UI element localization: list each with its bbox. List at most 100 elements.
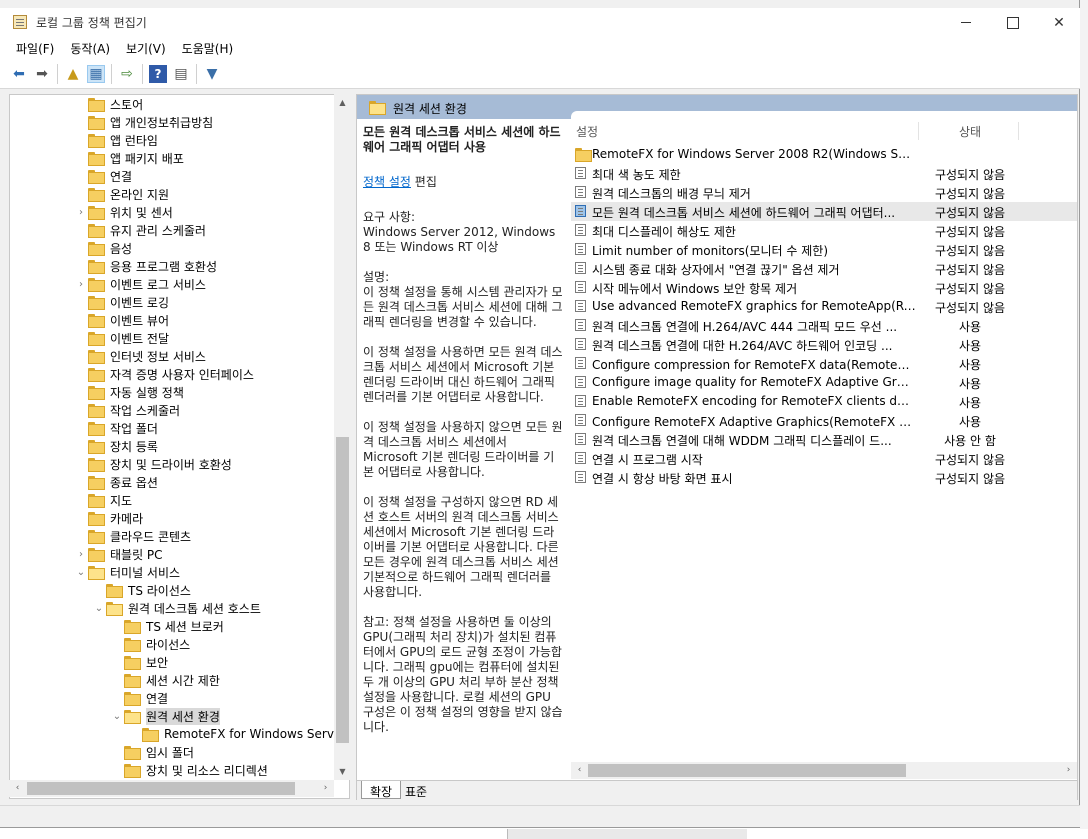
scroll-right-arrow-icon[interactable]: › [317, 780, 334, 797]
show-hide-tree-icon[interactable]: ▦ [87, 65, 105, 83]
policy-row[interactable]: 원격 데스크톱 연결에 H.264/AVC 444 그래픽 모드 우선 ... 사… [571, 316, 1077, 335]
tree-item[interactable]: ⌄ 원격 데스크톱 세션 호스트 [92, 599, 261, 617]
tree-item[interactable]: 장치 및 드라이버 호환성 [74, 455, 232, 473]
scroll-thumb[interactable] [27, 782, 295, 795]
tree-item[interactable]: 이벤트 전달 [74, 329, 169, 347]
policy-row[interactable]: Configure compression for RemoteFX data(… [571, 354, 1077, 373]
policy-row[interactable]: 연결 시 프로그램 시작 구성되지 않음 [571, 449, 1077, 468]
expand-chevron-icon[interactable]: › [74, 207, 88, 218]
policy-row[interactable]: 원격 데스크톱 연결에 대한 H.264/AVC 하드웨어 인코딩 ... 사용 [571, 335, 1077, 354]
maximize-button[interactable] [990, 8, 1036, 37]
collapse-chevron-icon[interactable]: ⌄ [74, 567, 88, 578]
edit-policy-link[interactable]: 정책 설정 [363, 175, 411, 189]
tree-item[interactable]: › 태블릿 PC [74, 545, 163, 563]
tree-item[interactable]: 카메라 [74, 509, 143, 527]
tree-item[interactable]: 자격 증명 사용자 인터페이스 [74, 365, 254, 383]
policy-row[interactable]: 최대 색 농도 제한 구성되지 않음 [571, 164, 1077, 183]
column-state-header[interactable]: 상태 [959, 123, 981, 140]
tree-item[interactable]: 장치 등록 [74, 437, 158, 455]
scroll-up-arrow-icon[interactable]: ▲ [334, 94, 351, 111]
tree-item[interactable]: 라이선스 [110, 635, 190, 653]
tree-item[interactable]: 인터넷 정보 서비스 [74, 347, 206, 365]
policy-row[interactable]: Limit number of monitors(모니터 수 제한) 구성되지 않… [571, 240, 1077, 259]
tree-item[interactable]: 장치 및 리소스 리디렉션 [110, 761, 268, 779]
tree-item[interactable]: 유지 관리 스케줄러 [74, 221, 206, 239]
tree-item[interactable]: 이벤트 로깅 [74, 293, 169, 311]
policy-row[interactable]: 원격 데스크톱 연결에 대해 WDDM 그래픽 디스플레이 드... 사용 안 함 [571, 430, 1077, 449]
expand-chevron-icon[interactable]: › [74, 279, 88, 290]
scroll-thumb[interactable] [336, 437, 349, 743]
tree-item[interactable]: 연결 [110, 689, 168, 707]
tree-item[interactable]: 작업 스케줄러 [74, 401, 180, 419]
collapse-chevron-icon[interactable]: ⌄ [92, 603, 106, 614]
minimize-button[interactable] [943, 8, 989, 37]
tree-item[interactable]: 음성 [74, 239, 132, 257]
tree-item[interactable]: 앱 개인정보취급방침 [74, 113, 213, 131]
help-icon[interactable]: ? [149, 65, 167, 83]
policy-row[interactable]: 시스템 종료 대화 상자에서 "연결 끊기" 옵션 제거 구성되지 않음 [571, 259, 1077, 278]
collapse-chevron-icon[interactable]: ⌄ [110, 711, 124, 722]
tree-item[interactable]: 온라인 지원 [74, 185, 169, 203]
forward-arrow-icon[interactable]: ➡ [33, 65, 51, 83]
title-bar[interactable]: 로컬 그룹 정책 편집기 ✕ [0, 8, 1080, 37]
tree-item[interactable]: 종료 옵션 [74, 473, 158, 491]
tree-item[interactable]: TS 라이선스 [92, 581, 191, 599]
expand-chevron-icon[interactable]: › [74, 549, 88, 560]
tree-item[interactable]: TS 세션 브로커 [110, 617, 224, 635]
tree-item[interactable]: 보안 [110, 653, 168, 671]
policy-row[interactable]: Configure image quality for RemoteFX Ada… [571, 373, 1077, 392]
tree-item[interactable]: 임시 폴더 [110, 743, 194, 761]
back-arrow-icon[interactable]: ⬅ [10, 65, 28, 83]
export-list-icon[interactable]: ⇨ [118, 65, 136, 83]
tree-item[interactable]: 응용 프로그램 호환성 [74, 257, 217, 275]
navigation-tree[interactable]: 스토어 앱 개인정보취급방침 앱 런타임 앱 패키지 배포 연결 온라인 지원 › 위치 및 … [9, 94, 350, 799]
scroll-left-arrow-icon[interactable]: ‹ [9, 780, 26, 797]
policy-row[interactable]: Use advanced RemoteFX graphics for Remot… [571, 297, 1077, 316]
filter-icon[interactable]: ▼ [203, 65, 221, 83]
tree-item[interactable]: 지도 [74, 491, 132, 509]
tree-item[interactable]: RemoteFX for Windows Server [128, 725, 346, 743]
column-divider[interactable] [918, 122, 919, 140]
policy-row[interactable]: 최대 디스플레이 해상도 제한 구성되지 않음 [571, 221, 1077, 240]
tree-item[interactable]: 자동 실행 정책 [74, 383, 184, 401]
scroll-right-arrow-icon[interactable]: › [1060, 762, 1077, 779]
policy-row[interactable]: 원격 데스크톱의 배경 무늬 제거 구성되지 않음 [571, 183, 1077, 202]
tree-item[interactable]: 앱 런타임 [74, 131, 158, 149]
policy-row[interactable]: 연결 시 항상 바탕 화면 표시 구성되지 않음 [571, 468, 1077, 487]
tree-item[interactable]: 작업 폴더 [74, 419, 158, 437]
tree-item-label: 앱 패키지 배포 [110, 151, 184, 166]
tree-item[interactable]: 세션 시간 제한 [110, 671, 220, 689]
up-folder-icon[interactable]: ▲ [64, 65, 82, 83]
column-divider[interactable] [1018, 122, 1019, 140]
menu-view[interactable]: 보기(V) [118, 37, 174, 59]
menu-action[interactable]: 동작(A) [62, 37, 118, 59]
tree-horizontal-scrollbar[interactable]: ‹ › [9, 780, 334, 797]
tree-vertical-scrollbar[interactable]: ▲ ▼ [334, 94, 351, 780]
tab-extended[interactable]: 확장 [361, 781, 402, 799]
scroll-left-arrow-icon[interactable]: ‹ [571, 762, 588, 779]
tree-item[interactable]: › 위치 및 센서 [74, 203, 173, 221]
menu-help[interactable]: 도움말(H) [174, 37, 242, 59]
tree-item[interactable]: ⌄ 원격 세션 환경 [110, 707, 220, 725]
scroll-thumb[interactable] [588, 764, 906, 777]
column-setting-header[interactable]: 설정 [576, 123, 598, 140]
menu-file[interactable]: 파일(F) [8, 37, 62, 59]
tree-item[interactable]: 연결 [74, 167, 132, 185]
list-folder-row[interactable]: RemoteFX for Windows Server 2008 R2(Wind… [571, 145, 1077, 164]
folder-icon [124, 656, 141, 670]
list-horizontal-scrollbar[interactable]: ‹ › [571, 762, 1077, 779]
policy-row[interactable]: 시작 메뉴에서 Windows 보안 항목 제거 구성되지 않음 [571, 278, 1077, 297]
tree-item[interactable]: ⌄ 터미널 서비스 [74, 563, 180, 581]
scroll-down-arrow-icon[interactable]: ▼ [334, 763, 351, 780]
close-button[interactable]: ✕ [1036, 8, 1082, 37]
policy-row[interactable]: Enable RemoteFX encoding for RemoteFX cl… [571, 392, 1077, 411]
tab-standard[interactable]: 표준 [397, 781, 435, 799]
tree-item[interactable]: 스토어 [74, 95, 143, 113]
tree-item[interactable]: 클라우드 콘텐츠 [74, 527, 191, 545]
properties-icon[interactable]: ▤ [172, 65, 190, 83]
policy-row[interactable]: 모든 원격 데스크톱 서비스 세션에 하드웨어 그래픽 어댑터... 구성되지 않… [571, 202, 1077, 221]
tree-item[interactable]: › 이벤트 로그 서비스 [74, 275, 206, 293]
tree-item[interactable]: 이벤트 뷰어 [74, 311, 169, 329]
tree-item[interactable]: 앱 패키지 배포 [74, 149, 184, 167]
policy-row[interactable]: Configure RemoteFX Adaptive Graphics(Rem… [571, 411, 1077, 430]
